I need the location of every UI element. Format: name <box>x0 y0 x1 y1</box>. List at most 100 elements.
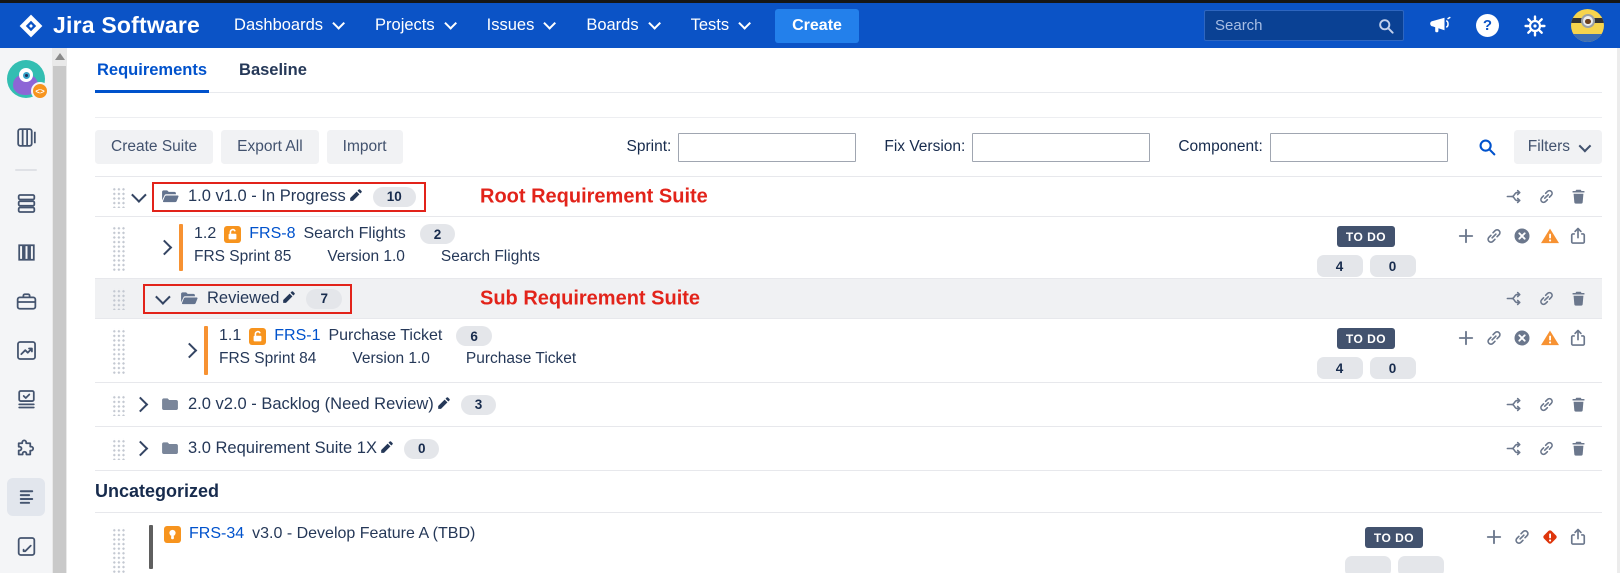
issue-key-link[interactable]: FRS-34 <box>189 525 244 543</box>
trash-icon[interactable] <box>1569 395 1588 414</box>
export-share-icon[interactable] <box>1568 328 1588 348</box>
search-icon[interactable] <box>1376 16 1396 36</box>
drag-handle[interactable] <box>111 288 125 310</box>
edit-pencil-icon[interactable] <box>436 396 451 411</box>
export-share-icon[interactable] <box>1568 527 1588 547</box>
filters-button[interactable]: Filters <box>1514 130 1602 164</box>
trash-icon[interactable] <box>1569 289 1588 308</box>
issue-key-link[interactable]: FRS-8 <box>249 225 295 243</box>
warning-icon[interactable] <box>1540 328 1560 348</box>
menu-boards-label: Boards <box>586 16 638 35</box>
scrollbar-thumb[interactable] <box>53 66 66 573</box>
remove-circle-icon[interactable] <box>1512 226 1532 246</box>
drag-handle[interactable] <box>111 328 125 374</box>
stack-check-icon[interactable] <box>7 380 45 418</box>
announcement-icon[interactable] <box>1428 14 1452 38</box>
fix-version-input[interactable] <box>972 133 1150 162</box>
drag-handle[interactable] <box>111 225 125 271</box>
tab-requirements[interactable]: Requirements <box>95 61 209 93</box>
board-icon[interactable] <box>7 118 45 156</box>
drag-handle[interactable] <box>111 527 125 573</box>
link-icon[interactable] <box>1537 289 1556 308</box>
add-icon[interactable] <box>1456 226 1476 246</box>
link-icon[interactable] <box>1484 328 1504 348</box>
menu-tests[interactable]: Tests <box>691 16 748 35</box>
backlog-rows-icon[interactable] <box>7 184 45 222</box>
move-icon[interactable] <box>1505 289 1524 308</box>
link-icon[interactable] <box>1537 395 1556 414</box>
chevron-collapsed-icon[interactable] <box>182 343 198 359</box>
chevron-collapsed-icon[interactable] <box>157 240 173 256</box>
remove-circle-icon[interactable] <box>1512 328 1532 348</box>
columns-icon[interactable] <box>7 233 45 271</box>
add-icon[interactable] <box>1456 328 1476 348</box>
component-input[interactable] <box>1270 133 1448 162</box>
jira-logo-icon <box>18 13 44 39</box>
link-icon[interactable] <box>1537 439 1556 458</box>
folder-open-icon <box>179 289 199 309</box>
priority-color-bar <box>179 224 183 271</box>
tab-baseline[interactable]: Baseline <box>237 61 309 92</box>
count-badge: 2 <box>420 224 456 244</box>
chevron-down-icon <box>1579 139 1592 152</box>
menu-dashboards[interactable]: Dashboards <box>234 16 341 35</box>
drag-handle[interactable] <box>111 394 125 416</box>
count-badge: 6 <box>456 326 492 346</box>
project-avatar[interactable]: <> <box>7 60 45 98</box>
suite-title: 3.0 Requirement Suite 1X <box>188 439 377 458</box>
user-avatar[interactable] <box>1571 9 1604 42</box>
drag-handle[interactable] <box>111 438 125 460</box>
menu-boards[interactable]: Boards <box>586 16 656 35</box>
chevron-expand-icon[interactable] <box>155 289 171 305</box>
error-icon[interactable] <box>1540 527 1560 547</box>
link-icon[interactable] <box>1537 187 1556 206</box>
trash-icon[interactable] <box>1569 187 1588 206</box>
import-button[interactable]: Import <box>327 130 403 164</box>
chevron-collapsed-icon[interactable] <box>133 397 149 413</box>
edit-pencil-icon[interactable] <box>379 440 394 455</box>
requirements-list-icon[interactable] <box>7 478 45 516</box>
move-icon[interactable] <box>1505 395 1524 414</box>
export-share-icon[interactable] <box>1568 226 1588 246</box>
requirement-right: TO DO 4 0 <box>1316 328 1588 379</box>
releases-briefcase-icon[interactable] <box>7 282 45 320</box>
row-actions <box>1505 395 1588 414</box>
count-pill: 0 <box>1370 255 1416 277</box>
menu-projects-label: Projects <box>375 16 435 35</box>
code-badge-icon: <> <box>31 82 49 100</box>
drag-handle[interactable] <box>111 186 125 208</box>
trash-icon[interactable] <box>1569 439 1588 458</box>
issue-key-link[interactable]: FRS-1 <box>274 327 320 345</box>
warning-icon[interactable] <box>1540 226 1560 246</box>
search-input[interactable] <box>1205 17 1403 34</box>
move-icon[interactable] <box>1505 187 1524 206</box>
requirement-row: 1.1 FRS-1 Purchase Ticket 6 FRS Sprint 8… <box>95 318 1602 382</box>
requirement-title: v3.0 - Develop Feature A (TBD) <box>252 525 475 543</box>
requirement-row: 1.2 FRS-8 Search Flights 2 FRS Sprint 85… <box>95 216 1602 278</box>
sprint-input[interactable] <box>678 133 856 162</box>
add-icon[interactable] <box>1484 527 1504 547</box>
scrollbar-up-arrow[interactable] <box>55 53 65 60</box>
link-icon[interactable] <box>1484 226 1504 246</box>
edit-pencil-icon[interactable] <box>281 290 296 305</box>
jira-logo[interactable]: Jira Software <box>18 12 200 39</box>
filter-search-icon[interactable] <box>1476 136 1498 158</box>
settings-gear-icon[interactable] <box>1523 14 1547 38</box>
lock-icon <box>224 226 241 243</box>
reports-chart-icon[interactable] <box>7 331 45 369</box>
create-button[interactable]: Create <box>775 9 859 43</box>
menu-issues[interactable]: Issues <box>487 16 553 35</box>
folder-closed-icon <box>160 439 180 459</box>
chevron-expand-icon[interactable] <box>131 187 147 203</box>
menu-projects[interactable]: Projects <box>375 16 453 35</box>
edit-pencil-icon[interactable] <box>348 188 363 203</box>
export-all-button[interactable]: Export All <box>221 130 318 164</box>
vertical-scrollbar[interactable] <box>52 48 67 573</box>
document-icon[interactable] <box>7 527 45 565</box>
create-suite-button[interactable]: Create Suite <box>95 130 213 164</box>
link-icon[interactable] <box>1512 527 1532 547</box>
puzzle-addon-icon[interactable] <box>7 429 45 467</box>
help-icon[interactable]: ? <box>1476 14 1499 37</box>
chevron-collapsed-icon[interactable] <box>133 441 149 457</box>
move-icon[interactable] <box>1505 439 1524 458</box>
